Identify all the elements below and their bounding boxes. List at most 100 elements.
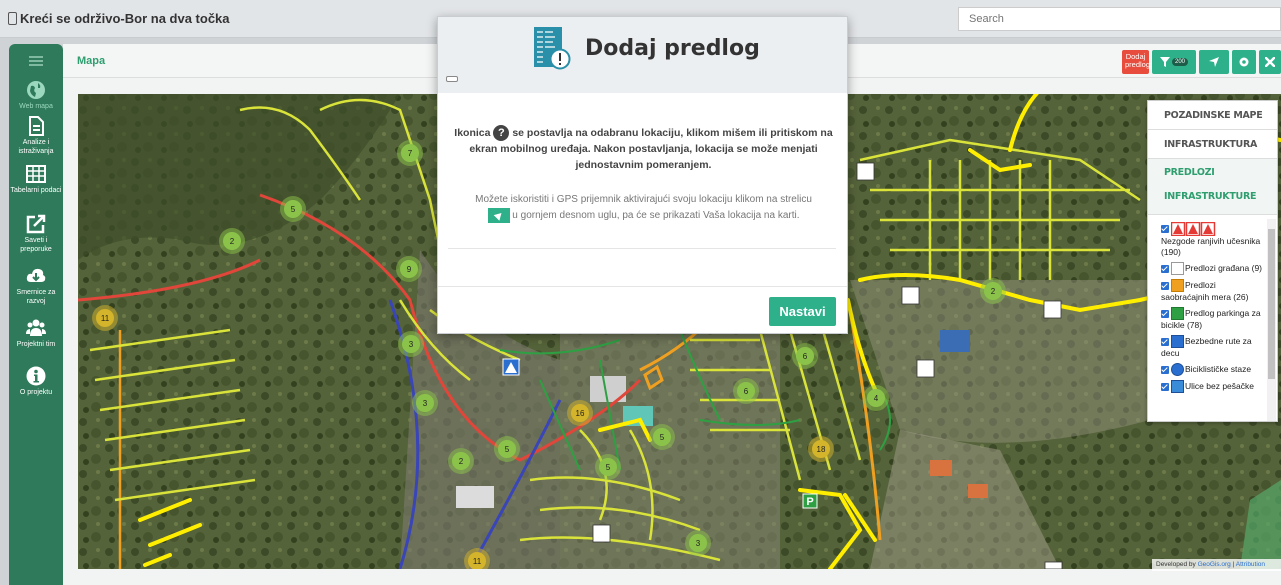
- map-cluster-marker[interactable]: 18: [808, 436, 834, 462]
- sidebar-item-label: Smernice za razvoj: [16, 289, 56, 305]
- sidebar-item-label: Tabelarni podaci: [10, 187, 62, 194]
- add-proposal-button[interactable]: Dodaj predlog: [1122, 50, 1150, 74]
- tab-predlozi-infrastrukture[interactable]: PREDLOZI INFRASTRUKTURE: [1148, 159, 1277, 215]
- cluster-count: 11: [101, 314, 110, 323]
- sidebar-item-projektni-tim[interactable]: Projektni tim: [9, 318, 63, 349]
- cluster-count: 9: [407, 265, 412, 274]
- layer-checkbox[interactable]: [1161, 337, 1169, 346]
- map-cluster-marker[interactable]: 9: [396, 256, 422, 282]
- map-cluster-marker[interactable]: 4: [863, 385, 889, 411]
- menu-icon[interactable]: [29, 56, 43, 66]
- gps-text-before: Možete iskoristiti i GPS prijemnik aktiv…: [475, 194, 812, 206]
- expand-icon: [1265, 57, 1275, 67]
- question-marker-icon: ?: [493, 125, 510, 142]
- sidebar-item-analize[interactable]: Analize i istraživanja: [9, 116, 63, 156]
- add-proposal-modal: Dodaj predlog Ikonica ? se postavlja na …: [437, 16, 848, 334]
- document-icon: [29, 116, 44, 136]
- cluster-count: 7: [408, 149, 413, 158]
- scrollbar-thumb[interactable]: [1268, 229, 1275, 379]
- tab-infrastruktura[interactable]: INFRASTRUKTURA: [1148, 130, 1277, 159]
- map-cluster-marker[interactable]: 5: [595, 454, 621, 480]
- layer-item-biciklisticke-staze[interactable]: Biciklističke staze: [1161, 363, 1263, 376]
- gps-text: Možete iskoristiti i GPS prijemnik aktiv…: [448, 192, 839, 224]
- map-cluster-marker[interactable]: 3: [398, 331, 424, 357]
- layer-item-bezbedne-rute[interactable]: Bezbedne rute za decu: [1161, 335, 1263, 359]
- map-cluster-marker[interactable]: 5: [280, 196, 306, 222]
- sidebar-item-saveti[interactable]: Saveti i preporuke: [9, 214, 63, 254]
- layer-checkbox[interactable]: [1161, 382, 1169, 391]
- map-cluster-marker[interactable]: 7: [397, 140, 423, 166]
- layer-item-nezgode[interactable]: Nezgode ranjivih učesnika (190): [1161, 221, 1263, 258]
- sidebar-item-smernice[interactable]: Smernice za razvoj: [9, 266, 63, 306]
- map-cluster-marker[interactable]: 6: [792, 343, 818, 369]
- attribution: Developed by GeoGis.org | Attribution: [1152, 559, 1281, 571]
- layer-checkbox[interactable]: [1161, 264, 1169, 273]
- map-cluster-marker[interactable]: 3: [685, 530, 711, 556]
- layer-checkbox[interactable]: [1161, 365, 1169, 374]
- map-cluster-marker[interactable]: 5: [649, 424, 675, 450]
- mobile-icon: [8, 12, 17, 25]
- cluster-count: 6: [744, 387, 749, 396]
- map-cluster-marker[interactable]: 11: [92, 305, 118, 331]
- layer-item-parking[interactable]: Predlog parkinga za bicikle (78): [1161, 307, 1263, 331]
- attribution-link[interactable]: Attribution: [1236, 561, 1265, 568]
- layer-item-predlozi-gradjana[interactable]: Predlozi građana (9): [1161, 262, 1263, 275]
- geogis-link[interactable]: GeoGis.org: [1198, 561, 1231, 568]
- map-cluster-marker[interactable]: 16: [567, 400, 593, 426]
- map-marker-button[interactable]: [1232, 50, 1256, 74]
- map-cluster-marker[interactable]: 3: [412, 390, 438, 416]
- sidebar-item-tabelarni[interactable]: Tabelarni podaci: [9, 164, 63, 195]
- filter-icon: [1159, 57, 1170, 67]
- layer-panel: POZADINSKE MAPE INFRASTRUKTURA PREDLOZI …: [1147, 100, 1278, 422]
- continue-button[interactable]: Nastavi: [769, 297, 836, 326]
- modal-header: Dodaj predlog: [438, 17, 847, 93]
- layer-label: Predlozi građana (9): [1185, 262, 1263, 273]
- layer-scrollbar[interactable]: [1267, 219, 1276, 421]
- fullscreen-button[interactable]: [1259, 50, 1281, 74]
- map-cluster-marker[interactable]: 2: [980, 278, 1006, 304]
- sidebar-item-label: Web mapa: [19, 103, 53, 110]
- users-icon: [26, 319, 46, 336]
- map-cluster-marker[interactable]: 6: [733, 378, 759, 404]
- cluster-count: 16: [576, 409, 585, 418]
- attribution-text: Developed by: [1156, 561, 1196, 568]
- svg-text:P: P: [806, 496, 813, 508]
- cluster-count: 3: [696, 539, 701, 548]
- divider: [448, 248, 836, 249]
- map-cluster-marker[interactable]: 2: [448, 448, 474, 474]
- search-input[interactable]: [958, 7, 1281, 31]
- traffic-measure-icon: [1171, 279, 1184, 292]
- instruction-before: Ikonica: [454, 127, 491, 139]
- modal-minimize-button[interactable]: [446, 76, 458, 82]
- parking-icon: [1171, 307, 1184, 320]
- proposal-logo-icon: [534, 27, 571, 70]
- tab-pozadinske-mape[interactable]: POZADINSKE MAPE: [1148, 101, 1277, 130]
- cluster-count: 3: [423, 399, 428, 408]
- cluster-count: 4: [874, 394, 879, 403]
- locate-button[interactable]: [1199, 50, 1229, 74]
- sidebar-item-web-mapa[interactable]: Web mapa: [9, 80, 63, 111]
- map-marker-icon: [1239, 57, 1249, 67]
- map-cluster-marker[interactable]: 2: [219, 228, 245, 254]
- layer-item-ulice[interactable]: Ulice bez pešačke: [1161, 380, 1263, 393]
- location-arrow-icon: [1209, 57, 1219, 67]
- cluster-count: 2: [991, 287, 996, 296]
- table-icon: [26, 165, 46, 183]
- external-link-icon: [26, 214, 46, 234]
- cluster-count: 11: [473, 557, 482, 566]
- layer-checkbox[interactable]: [1161, 281, 1169, 290]
- cluster-count: 6: [803, 352, 808, 361]
- layer-label: Biciklističke staze: [1185, 363, 1252, 374]
- map-cluster-marker[interactable]: 5: [494, 436, 520, 462]
- cluster-count: 3: [409, 340, 414, 349]
- layer-item-saobracajne-mere[interactable]: Predlozi saobraćajnih mera (26): [1161, 279, 1263, 303]
- filter-button[interactable]: 200: [1152, 50, 1196, 74]
- sidebar-item-o-projektu[interactable]: O projektu: [9, 366, 63, 397]
- citizen-proposal-icon: [1171, 262, 1184, 275]
- filter-count-badge: 200: [1171, 58, 1188, 66]
- layer-checkbox[interactable]: [1161, 309, 1169, 318]
- cluster-count: 5: [505, 445, 510, 454]
- layer-checkbox[interactable]: [1161, 225, 1169, 233]
- modal-body: Ikonica ? se postavlja na odabranu lokac…: [438, 93, 849, 224]
- cluster-count: 5: [291, 205, 296, 214]
